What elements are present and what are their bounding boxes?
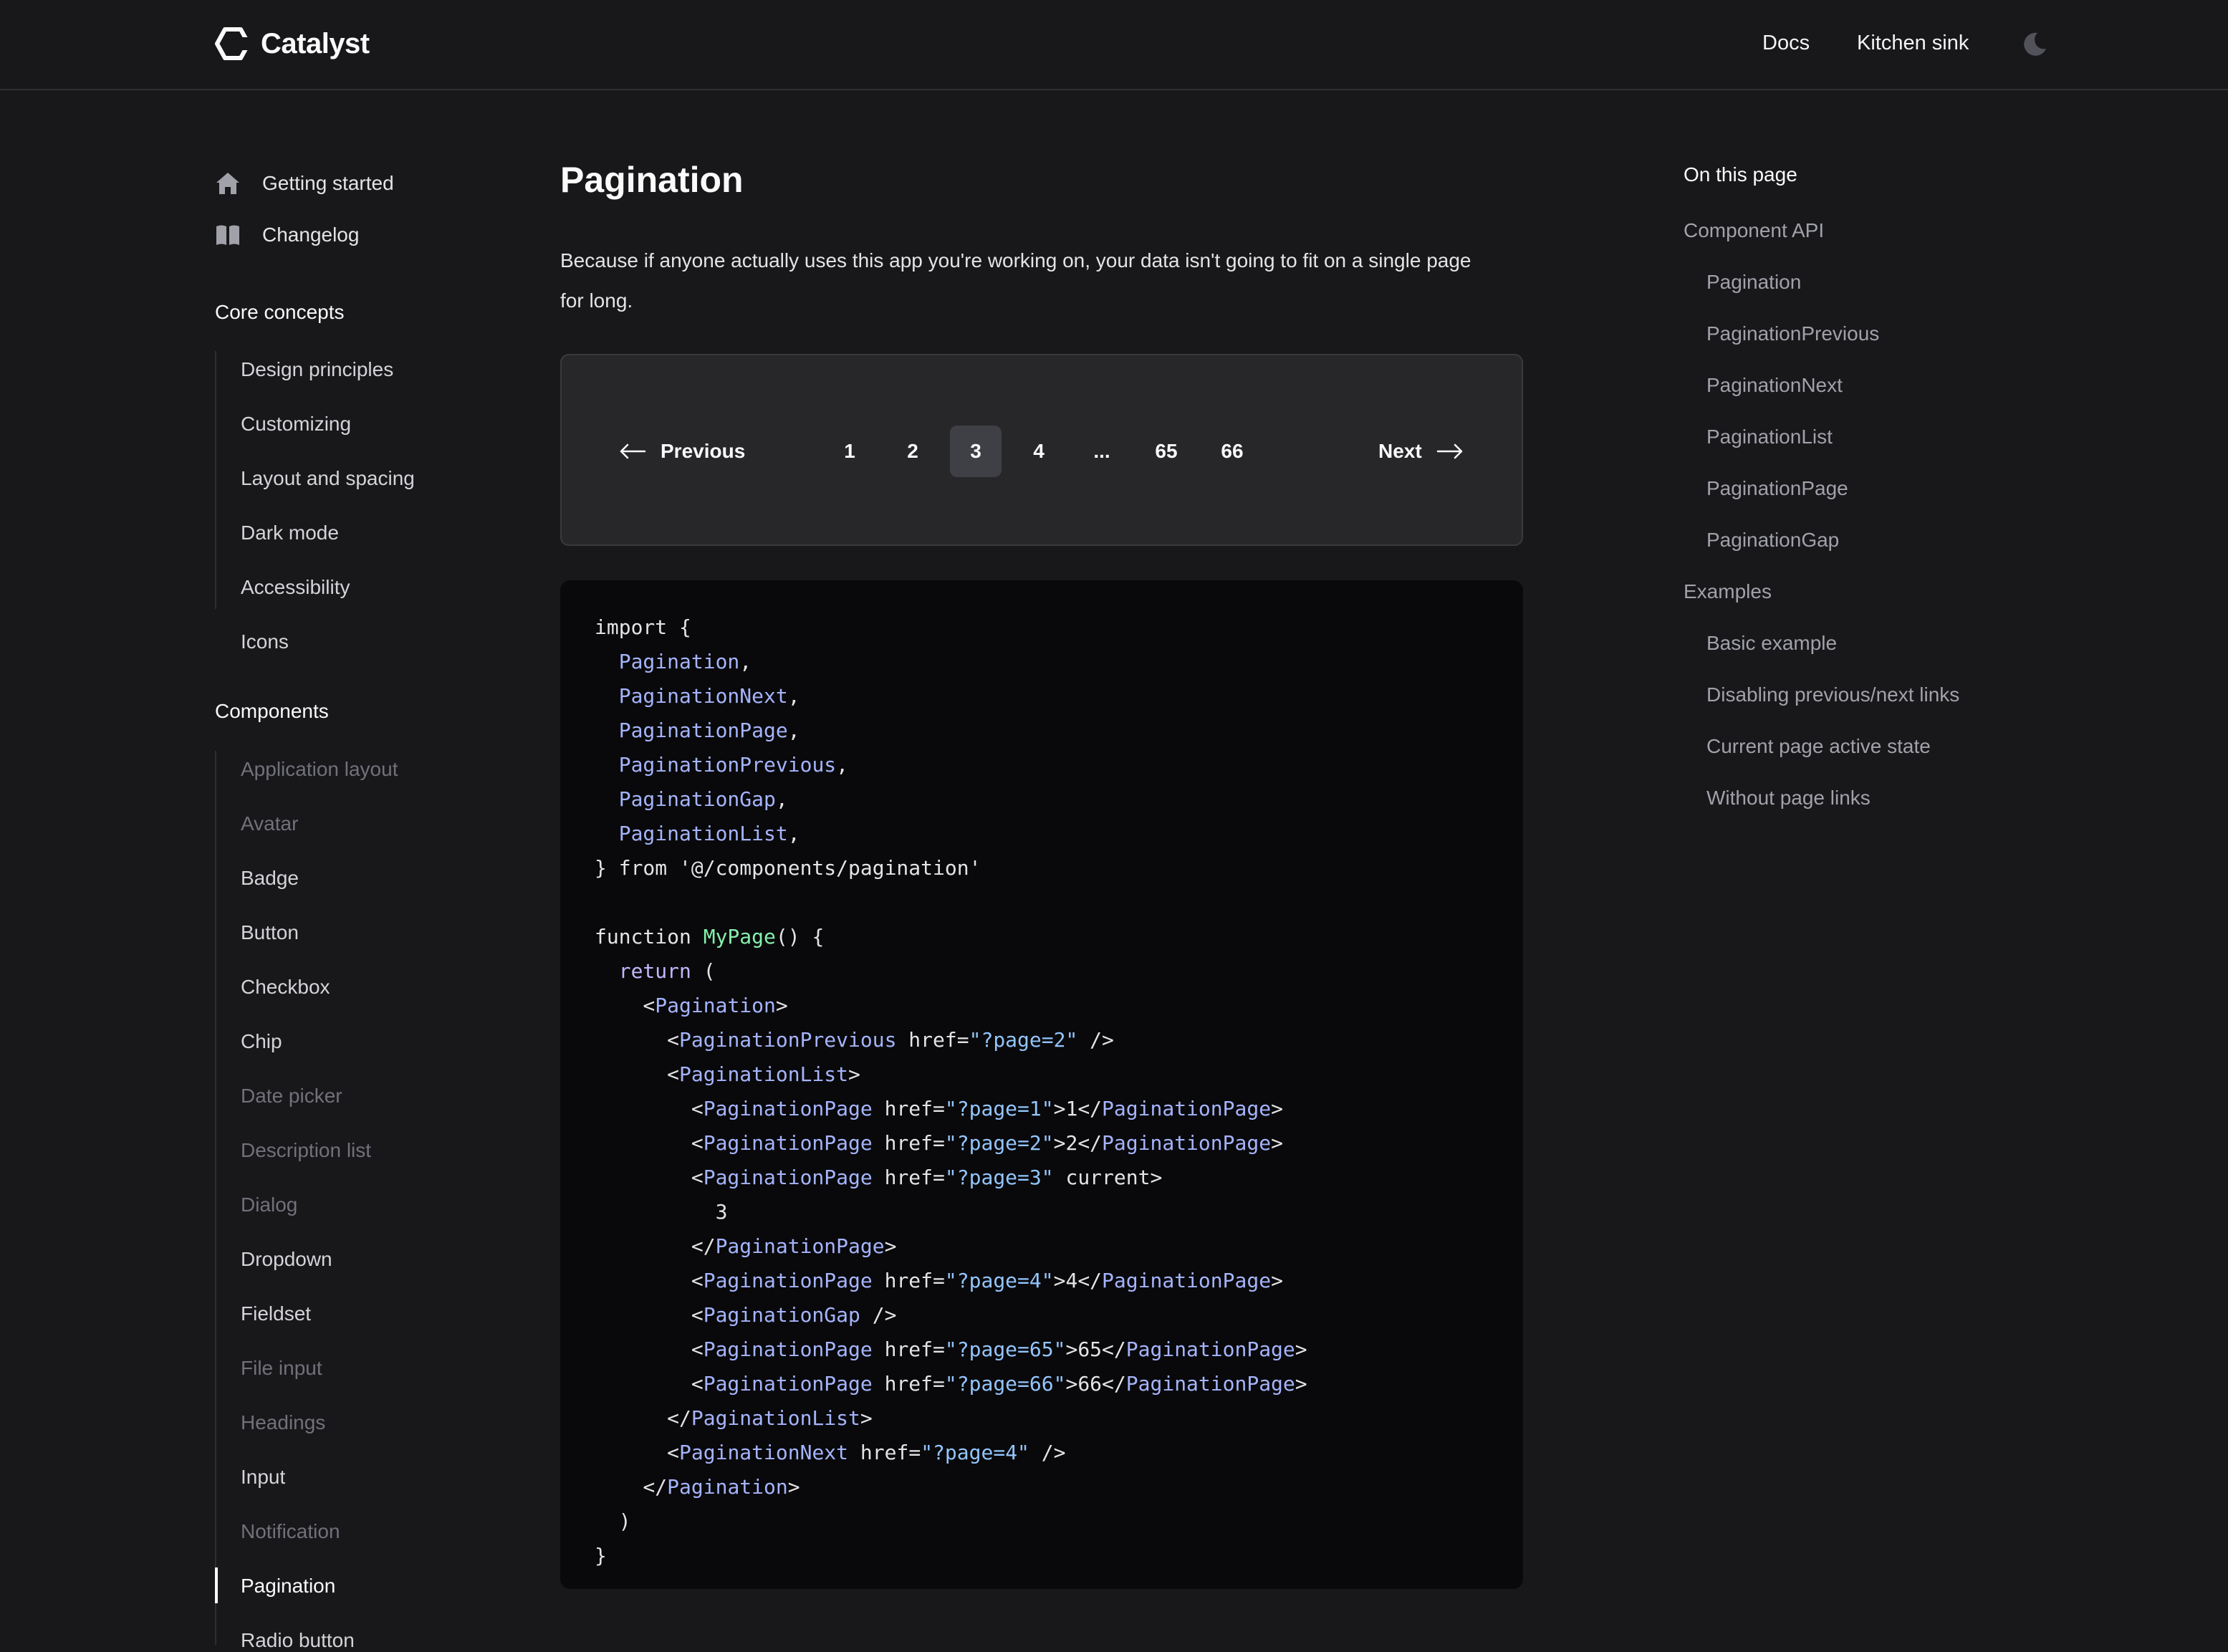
next-label: Next bbox=[1378, 440, 1422, 462]
arrow-left-icon bbox=[620, 443, 646, 459]
brand-name: Catalyst bbox=[261, 27, 370, 59]
toc-item-paginationnext[interactable]: PaginationNext bbox=[1706, 374, 1843, 397]
nav-docs-link[interactable]: Docs bbox=[1762, 32, 1810, 55]
sidebar-item-checkbox[interactable]: Checkbox bbox=[241, 976, 330, 999]
components-list: Application layout Avatar Badge Button C… bbox=[215, 751, 398, 1651]
toc-item-paginationpage[interactable]: PaginationPage bbox=[1706, 477, 1848, 500]
sidebar-item-application-layout[interactable]: Application layout bbox=[241, 758, 398, 781]
sidebar-item-changelog[interactable]: Changelog bbox=[215, 222, 359, 248]
next-button[interactable]: Next bbox=[1378, 426, 1464, 477]
sidebar-item-description-list[interactable]: Description list bbox=[241, 1139, 371, 1162]
sidebar-item-input[interactable]: Input bbox=[241, 1466, 285, 1489]
active-item-indicator bbox=[215, 1567, 218, 1603]
sidebar-item-radio-button[interactable]: Radio button bbox=[241, 1629, 355, 1652]
code-content: import { Pagination, PaginationNext, Pag… bbox=[595, 615, 1307, 1567]
toc-item-disabling-previous-next-links[interactable]: Disabling previous/next links bbox=[1706, 683, 1959, 706]
page-1-button[interactable]: 1 bbox=[824, 426, 875, 477]
toc-item-paginationgap[interactable]: PaginationGap bbox=[1706, 529, 1839, 552]
sidebar-item-badge[interactable]: Badge bbox=[241, 867, 299, 890]
page-65-button[interactable]: 65 bbox=[1141, 426, 1192, 477]
sidebar-item-dialog[interactable]: Dialog bbox=[241, 1194, 297, 1216]
page-66-button[interactable]: 66 bbox=[1206, 426, 1258, 477]
section-title-core-concepts: Core concepts bbox=[215, 301, 345, 323]
code-block[interactable]: import { Pagination, PaginationNext, Pag… bbox=[560, 580, 1523, 1589]
pagination-demo: Previous 1 2 3 4 ... 65 66 Next bbox=[560, 354, 1523, 546]
sidebar-item-customizing[interactable]: Customizing bbox=[241, 413, 351, 436]
moon-icon[interactable] bbox=[2022, 32, 2047, 57]
intro-paragraph: Because if anyone actually uses this app… bbox=[560, 249, 1471, 312]
toc-item-component-api[interactable]: Component API bbox=[1684, 219, 1824, 242]
toc-item-basic-example[interactable]: Basic example bbox=[1706, 632, 1837, 655]
core-concepts-list: Design principles Customizing Layout and… bbox=[215, 351, 415, 653]
page-title: Pagination bbox=[560, 160, 744, 200]
book-icon bbox=[216, 225, 239, 245]
sidebar-item-fieldset[interactable]: Fieldset bbox=[241, 1302, 311, 1325]
sidebar-item-avatar[interactable]: Avatar bbox=[241, 812, 298, 835]
previous-label: Previous bbox=[661, 440, 746, 462]
sidebar-item-dropdown[interactable]: Dropdown bbox=[241, 1248, 332, 1271]
sidebar-item-notification[interactable]: Notification bbox=[241, 1520, 340, 1543]
sidebar-item-chip[interactable]: Chip bbox=[241, 1030, 282, 1053]
toc-title: On this page bbox=[1684, 163, 1797, 186]
top-header: Catalyst Docs Kitchen sink bbox=[0, 0, 2228, 90]
sidebar-item-layout-and-spacing[interactable]: Layout and spacing bbox=[241, 467, 415, 490]
arrow-right-icon bbox=[1436, 443, 1462, 459]
brand-logo[interactable]: Catalyst bbox=[215, 27, 370, 60]
sidebar-item-design-principles[interactable]: Design principles bbox=[241, 358, 393, 381]
toc-item-current-page-active-state[interactable]: Current page active state bbox=[1706, 735, 1931, 758]
sidebar-item-button[interactable]: Button bbox=[241, 921, 299, 944]
toc-item-paginationprevious[interactable]: PaginationPrevious bbox=[1706, 322, 1879, 345]
section-title-components: Components bbox=[215, 700, 329, 722]
sidebar-item-pagination[interactable]: Pagination bbox=[241, 1575, 335, 1598]
sidebar-item-label: Getting started bbox=[262, 172, 394, 194]
page-4-button[interactable]: 4 bbox=[1013, 426, 1065, 477]
page-3-button[interactable]: 3 bbox=[950, 426, 1002, 477]
toc-item-paginationlist[interactable]: PaginationList bbox=[1706, 426, 1833, 448]
sidebar-item-file-input[interactable]: File input bbox=[241, 1357, 322, 1380]
sidebar-item-label: Changelog bbox=[262, 224, 360, 246]
sidebar-item-dark-mode[interactable]: Dark mode bbox=[241, 522, 339, 544]
previous-button[interactable]: Previous bbox=[619, 426, 745, 477]
sidebar-item-getting-started[interactable]: Getting started bbox=[215, 171, 394, 196]
sidebar-item-headings[interactable]: Headings bbox=[241, 1411, 325, 1434]
pagination-gap: ... bbox=[1093, 440, 1110, 462]
home-icon bbox=[216, 173, 239, 194]
sidebar-item-accessibility[interactable]: Accessibility bbox=[241, 576, 350, 599]
sidebar-item-date-picker[interactable]: Date picker bbox=[241, 1085, 342, 1108]
toc-item-examples[interactable]: Examples bbox=[1684, 580, 1772, 603]
nav-kitchen-sink-link[interactable]: Kitchen sink bbox=[1857, 32, 1969, 55]
sidebar-item-icons[interactable]: Icons bbox=[241, 630, 289, 653]
toc-item-without-page-links[interactable]: Without page links bbox=[1706, 787, 1871, 810]
page-2-button[interactable]: 2 bbox=[887, 426, 938, 477]
catalyst-logo-icon bbox=[215, 27, 251, 60]
toc-item-pagination[interactable]: Pagination bbox=[1706, 271, 1801, 294]
